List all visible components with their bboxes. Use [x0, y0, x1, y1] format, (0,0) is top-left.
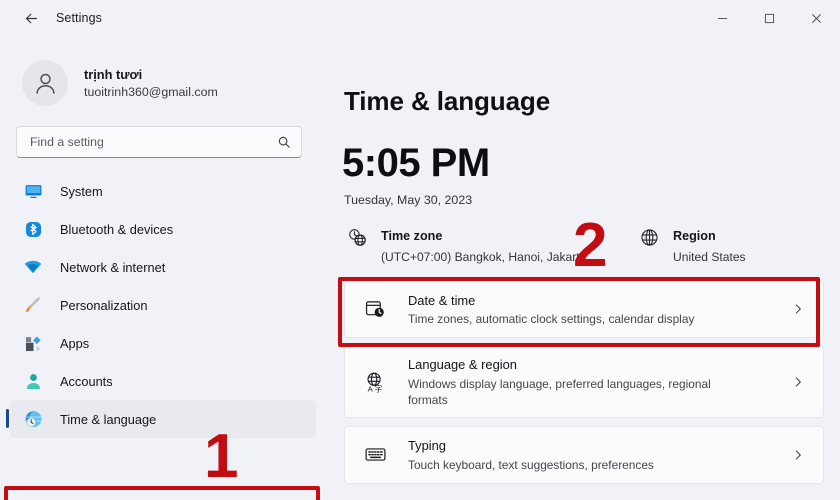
- scrollbar[interactable]: [826, 36, 840, 500]
- paintbrush-icon: [22, 294, 44, 316]
- date-and-time-card[interactable]: Date & time Time zones, automatic clock …: [344, 280, 824, 339]
- wifi-icon: [22, 256, 44, 278]
- globe-clock-icon: [22, 408, 44, 430]
- close-button[interactable]: [793, 0, 840, 36]
- sidebar-item-time-language[interactable]: Time & language: [6, 400, 316, 438]
- person-icon: [22, 370, 44, 392]
- sidebar-item-label: Apps: [60, 335, 90, 351]
- globe-icon: [636, 225, 662, 248]
- person-avatar-icon: [35, 73, 55, 94]
- sidebar-item-label: Time & language: [60, 411, 157, 427]
- back-button[interactable]: [14, 3, 48, 33]
- account-email: tuoitrinh360@gmail.com: [84, 84, 218, 99]
- maximize-button[interactable]: [746, 0, 793, 36]
- minimize-icon: [717, 17, 728, 19]
- account-summary[interactable]: trịnh tươi tuoitrinh360@gmail.com: [0, 36, 330, 112]
- time-zone-info: Time zone (UTC+07:00) Bangkok, Hanoi, Ja…: [344, 225, 636, 266]
- search-input[interactable]: [30, 135, 277, 149]
- sidebar-item-system[interactable]: System: [10, 172, 316, 210]
- annotation-box-sidebar: [4, 486, 320, 500]
- globe-translate-icon: A 字: [362, 371, 388, 393]
- clock-globe-icon: [344, 225, 370, 248]
- monitor-icon: [22, 180, 44, 202]
- sidebar-item-label: System: [60, 183, 103, 199]
- page-title: Time & language: [344, 86, 551, 116]
- minimize-button[interactable]: [699, 0, 746, 36]
- region-value: United States: [673, 250, 746, 265]
- card-title: Date & time: [408, 292, 476, 308]
- sidebar-nav: System Bluetooth & devices Network & int…: [0, 172, 330, 438]
- sidebar-item-network-internet[interactable]: Network & internet: [10, 248, 316, 286]
- chevron-right-icon[interactable]: [791, 375, 809, 389]
- card-title: Language & region: [408, 357, 517, 373]
- settings-window: Settings trịnh tươi tuoitrinh360@gmail.c…: [0, 0, 840, 500]
- card-subtitle: Touch keyboard, text suggestions, prefer…: [408, 457, 654, 472]
- svg-text:字: 字: [374, 384, 382, 393]
- account-name: trịnh tươi: [84, 66, 143, 82]
- settings-cards: Date & time Time zones, automatic clock …: [344, 280, 824, 484]
- bluetooth-icon: [22, 218, 44, 240]
- title-bar: Settings: [0, 0, 840, 36]
- card-subtitle: Time zones, automatic clock settings, ca…: [408, 311, 695, 326]
- current-time: 5:05 PM: [342, 141, 490, 185]
- sidebar-item-personalization[interactable]: Personalization: [10, 286, 316, 324]
- sidebar-item-label: Bluetooth & devices: [60, 221, 174, 237]
- keyboard-icon: [362, 443, 388, 466]
- info-row: Time zone (UTC+07:00) Bangkok, Hanoi, Ja…: [344, 225, 840, 266]
- region-info: Region United States: [636, 225, 746, 266]
- calendar-clock-icon: [362, 298, 388, 320]
- search-box[interactable]: [16, 126, 302, 158]
- sidebar-item-apps[interactable]: Apps: [10, 324, 316, 362]
- current-date: Tuesday, May 30, 2023: [344, 193, 473, 207]
- sidebar-item-label: Personalization: [60, 297, 148, 313]
- back-arrow-icon: [25, 13, 37, 23]
- avatar: [22, 60, 68, 106]
- card-title: Typing: [408, 438, 446, 454]
- sidebar-item-bluetooth-devices[interactable]: Bluetooth & devices: [10, 210, 316, 248]
- sidebar-item-label: Network & internet: [60, 259, 166, 275]
- search-icon[interactable]: [277, 135, 291, 149]
- window-title: Settings: [56, 11, 102, 25]
- window-controls: [699, 0, 840, 36]
- close-icon: [812, 13, 821, 23]
- main-content: Time & language 5:05 PM Tuesday, May 30,…: [330, 36, 840, 500]
- language-and-region-card[interactable]: A 字 Language & region Windows display la…: [344, 346, 824, 418]
- typing-card[interactable]: Typing Touch keyboard, text suggestions,…: [344, 425, 824, 484]
- maximize-icon: [764, 13, 775, 23]
- chevron-right-icon[interactable]: [791, 448, 809, 462]
- apps-blocks-icon: [22, 332, 44, 354]
- time-zone-title: Time zone: [381, 229, 443, 243]
- svg-text:A: A: [368, 385, 374, 393]
- sidebar: trịnh tươi tuoitrinh360@gmail.com Find a…: [0, 36, 330, 500]
- chevron-right-icon[interactable]: [791, 302, 809, 316]
- time-zone-value: (UTC+07:00) Bangkok, Hanoi, Jakarta: [381, 250, 587, 265]
- sidebar-item-accounts[interactable]: Accounts: [10, 362, 316, 400]
- card-subtitle: Windows display language, preferred lang…: [408, 376, 711, 407]
- region-title: Region: [673, 229, 716, 243]
- sidebar-item-label: Accounts: [60, 373, 113, 389]
